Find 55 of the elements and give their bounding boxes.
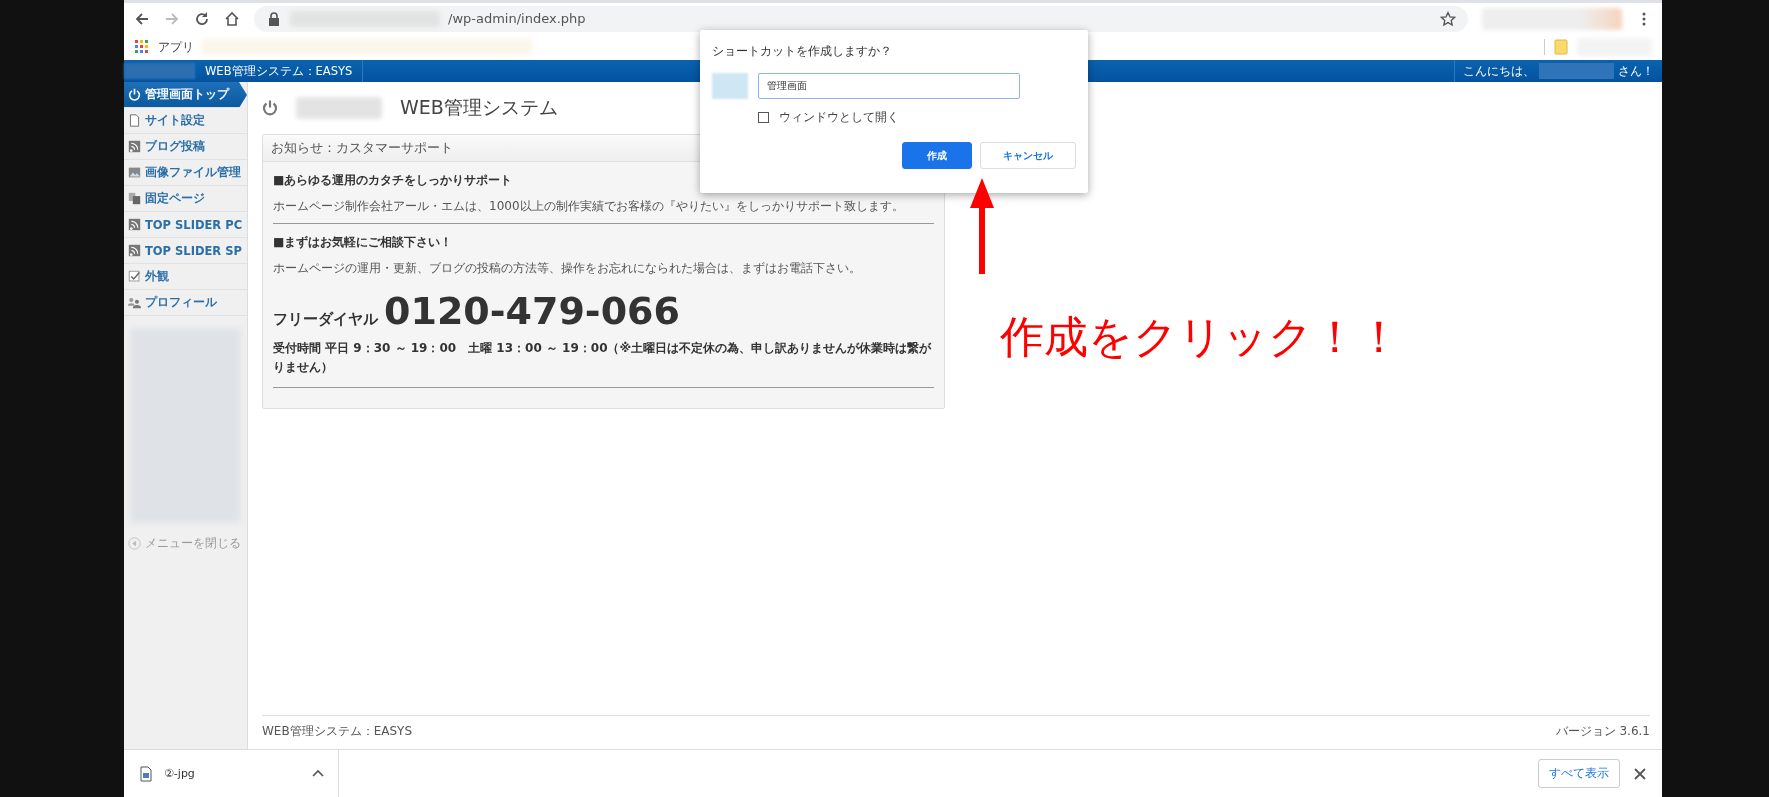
footer-text: WEB管理システム：EASYS [262, 723, 413, 740]
pages-icon [128, 192, 141, 205]
bookmark-link[interactable]: アプリ [158, 38, 194, 56]
image-icon [128, 166, 141, 179]
section-heading: ■あらゆる運用のカタチをしっかりサポート [273, 172, 514, 189]
blurred-block [712, 73, 748, 99]
business-hours: 受付時間 平日 9：30 ～ 19：00 土曜 13：00 ～ 19：00（※土曜日は不定休の為、申し訳ありませんが休業時は繋がりません） [273, 338, 934, 389]
reload-icon[interactable] [194, 10, 210, 27]
greeting-text: こんにちは、 [1463, 63, 1535, 79]
sidebar-item[interactable]: サイト設定 [124, 108, 247, 134]
feed-icon [128, 140, 141, 153]
apps-grid-icon[interactable] [134, 39, 150, 55]
power-icon [128, 88, 141, 101]
sidebar-item[interactable]: 固定ページ [124, 186, 247, 212]
section-text: ホームページの運用・更新、ブログの投稿の方法等、操作をお忘れになられた場合は、まずはお電話下さい。 [273, 260, 862, 277]
sidebar-item[interactable]: TOP SLIDER PC [124, 212, 247, 238]
close-icon[interactable] [1632, 765, 1648, 782]
create-button[interactable]: 作成 [902, 142, 972, 169]
feed-icon [128, 218, 141, 231]
sidebar-item[interactable]: プロフィール [124, 290, 247, 316]
star-icon[interactable] [1440, 10, 1456, 27]
url-text: /wp-admin/index.php [448, 11, 586, 26]
download-file[interactable]: ②-jpg [164, 767, 195, 780]
name-field[interactable]: 管理画面 [758, 73, 1020, 99]
show-all-button[interactable]: すべて表示 [1538, 759, 1620, 788]
page-icon [128, 114, 141, 127]
users-icon [128, 296, 141, 309]
page-title: WEB管理システム [400, 95, 558, 120]
phone-number: 0120-479-066 [384, 291, 680, 333]
collapse-menu-button[interactable]: メニューを閉じる [124, 531, 247, 556]
home-icon[interactable] [224, 10, 240, 27]
lock-icon [266, 10, 282, 27]
annotation-text: 作成をクリック！！ [1000, 310, 1401, 364]
sidebar-item[interactable]: 管理画面トップ [124, 82, 247, 108]
sidebar-item[interactable]: 画像ファイル管理 [124, 160, 247, 186]
cancel-button[interactable]: キャンセル [980, 142, 1076, 169]
section-text: ホームページ制作会社アール・エムは、1000以上の制作実績でお客様の『やりたい』をしっかりサポート致します。 [273, 198, 905, 215]
blurred-block [124, 63, 195, 79]
sidebar-item[interactable]: 外観 [124, 264, 247, 290]
file-icon [138, 765, 154, 782]
dial-label: フリーダイヤル [273, 310, 378, 329]
version-text: バージョン 3.6.1 [1555, 723, 1650, 740]
checkbox-label: ウィンドウとして開く [779, 109, 899, 126]
dialog-title: ショートカットを作成しますか？ [712, 44, 893, 59]
sidebar-item[interactable]: TOP SLIDER SP [124, 238, 247, 264]
power-icon [262, 100, 278, 116]
back-arrow-icon[interactable] [134, 10, 150, 27]
sidebar-item[interactable]: ブログ投稿 [124, 134, 247, 160]
checkbox[interactable] [758, 112, 769, 123]
collapse-icon [128, 537, 141, 550]
greeting-text: さん！ [1618, 63, 1654, 79]
section-heading: ■まずはお気軽にご相談下さい！ [273, 234, 454, 251]
feed-icon [128, 244, 141, 257]
address-bar[interactable]: /wp-admin/index.php [254, 5, 1468, 32]
checkbox-icon [128, 270, 141, 283]
